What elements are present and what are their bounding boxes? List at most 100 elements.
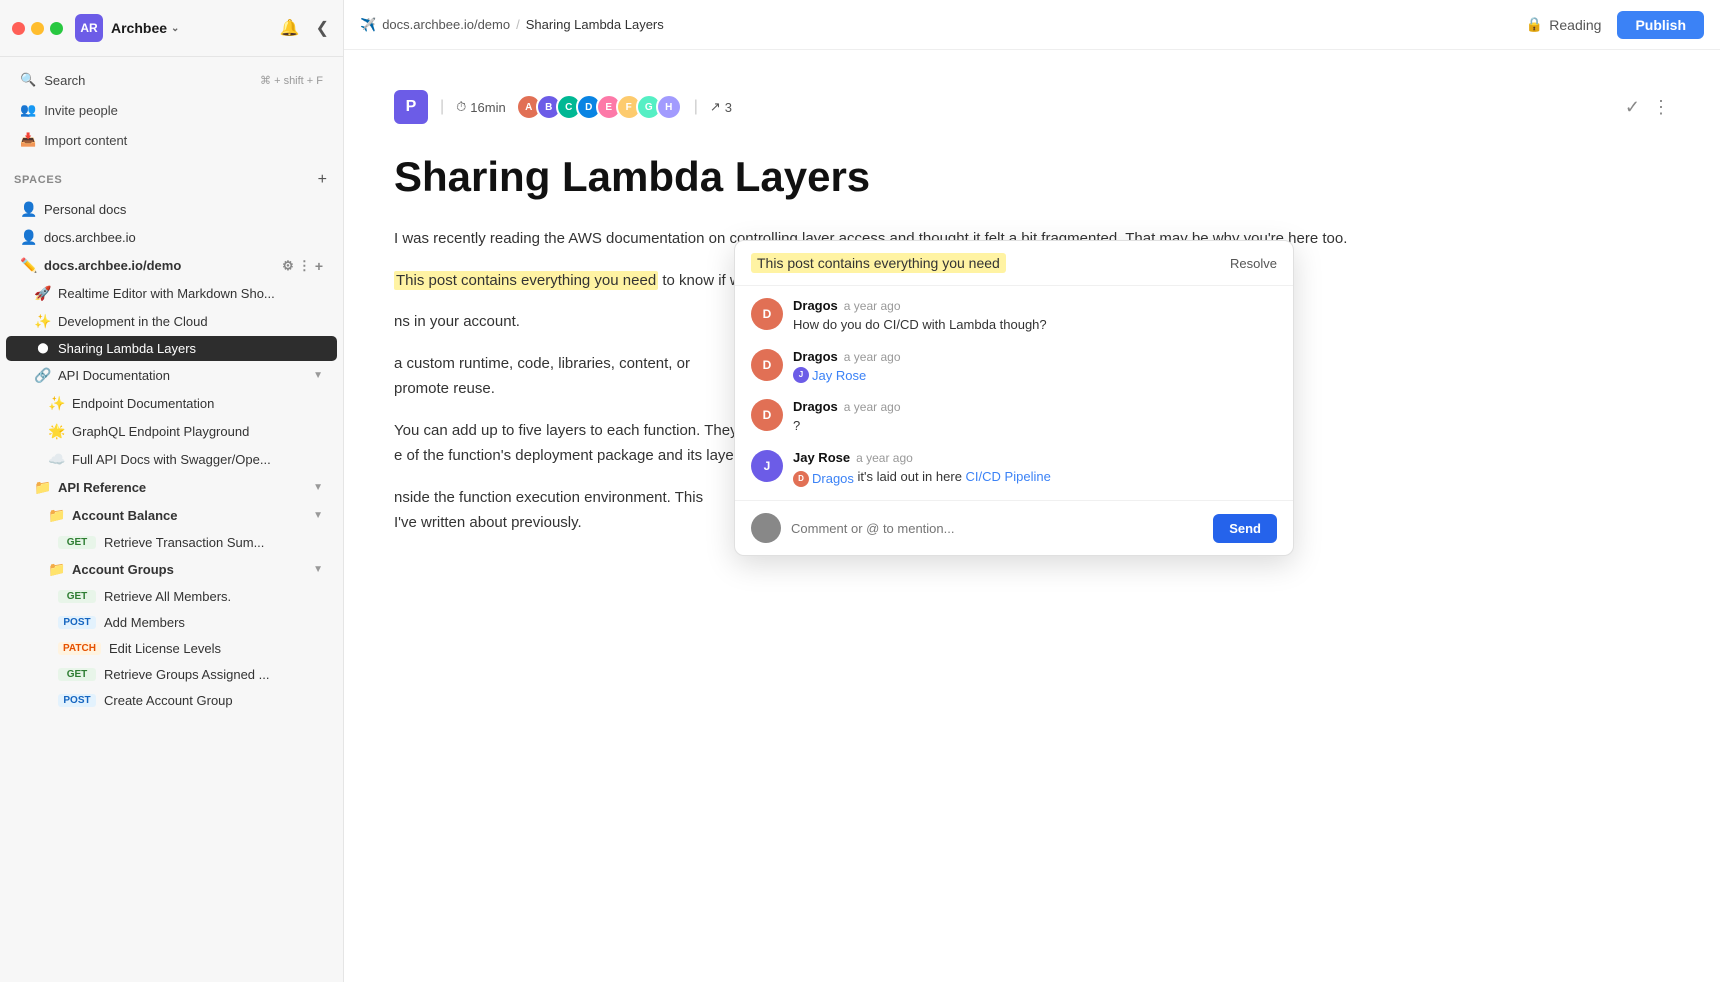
sidebar-item-edit-license[interactable]: PATCH Edit License Levels (6, 636, 337, 661)
invite-icon: 👥 (20, 102, 36, 118)
doc-initial-badge: P (394, 90, 428, 124)
sidebar-item-create-group[interactable]: POST Create Account Group (6, 688, 337, 713)
comment-time-3: a year ago (844, 400, 901, 414)
get-badge-3: GET (58, 668, 96, 681)
mention-dragos-link[interactable]: Dragos (812, 469, 854, 489)
sidebar-item-add-members[interactable]: POST Add Members (6, 610, 337, 635)
sidebar-item-devcloud[interactable]: ✨ Development in the Cloud (6, 308, 337, 335)
comment-author-1: Dragos (793, 298, 838, 313)
avatar-8: H (656, 94, 682, 120)
sidebar-item-demo[interactable]: ✏️ docs.archbee.io/demo ⚙ ⋮ + (6, 252, 337, 279)
sidebar-actions: 🔍 Search ⌘ + shift + F 👥 Invite people 📥… (0, 57, 343, 163)
sidebar-item-retrieve-transaction[interactable]: GET Retrieve Transaction Sum... (6, 530, 337, 555)
comment-author-line-2: Dragos a year ago (793, 349, 1277, 364)
folder-icon-2: 📁 (48, 507, 66, 524)
get-badge: GET (58, 536, 96, 549)
dragos-mention: D Dragos (793, 469, 854, 489)
app-name-chevron-icon: ⌄ (171, 23, 179, 34)
settings-icon[interactable]: ⚙ (282, 258, 294, 274)
folder-icon-3: 📁 (48, 561, 66, 578)
top-bar: ✈️ docs.archbee.io/demo / Sharing Lambda… (344, 0, 1720, 50)
traffic-light-yellow[interactable] (31, 22, 44, 35)
import-icon: 📥 (20, 132, 36, 148)
sidebar-item-sharing-lambda[interactable]: ⬤ Sharing Lambda Layers (6, 336, 337, 361)
comment-avatar-1: D (751, 298, 783, 330)
doc-title: Sharing Lambda Layers (394, 152, 1670, 202)
meta-right: ✓ ⋮ (1625, 97, 1670, 118)
comment-body-3: Dragos a year ago ? (793, 399, 1277, 436)
sidebar-item-apiref[interactable]: 📁 API Reference ▼ (6, 474, 337, 501)
more-options-button[interactable]: ⋮ (1652, 97, 1670, 118)
send-comment-button[interactable]: Send (1213, 514, 1277, 543)
current-user-avatar (751, 513, 781, 543)
dot-icon: ⬤ (34, 343, 52, 354)
comment-author-line-3: Dragos a year ago (793, 399, 1277, 414)
post-badge-2: POST (58, 694, 96, 707)
meta-divider-1: | (440, 98, 444, 116)
sidebar-item-graphql[interactable]: 🌟 GraphQL Endpoint Playground (6, 418, 337, 445)
comment-avatar-3: D (751, 399, 783, 431)
main-area: ✈️ docs.archbee.io/demo / Sharing Lambda… (344, 0, 1720, 982)
comment-author-line-1: Dragos a year ago (793, 298, 1277, 313)
more-icon[interactable]: ⋮ (298, 258, 311, 274)
mention-jayrose-link[interactable]: Jay Rose (812, 366, 866, 386)
check-circle-button[interactable]: ✓ (1625, 97, 1640, 118)
person-icon: 👤 (20, 201, 38, 218)
app-name[interactable]: Archbee ⌄ (111, 20, 179, 36)
traffic-light-red[interactable] (12, 22, 25, 35)
notifications-button[interactable]: 🔔 (278, 16, 302, 40)
sidebar-nav: 👤 Personal docs 👤 docs.archbee.io ✏️ doc… (0, 195, 343, 982)
search-action[interactable]: 🔍 Search ⌘ + shift + F (14, 67, 329, 93)
comment-body-2: Dragos a year ago J Jay Rose (793, 349, 1277, 386)
traffic-light-green[interactable] (50, 22, 63, 35)
invite-people-action[interactable]: 👥 Invite people (14, 97, 329, 123)
sidebar-item-retrieve-groups[interactable]: GET Retrieve Groups Assigned ... (6, 662, 337, 687)
comment-text-1: How do you do CI/CD with Lambda though? (793, 315, 1277, 335)
breadcrumb-site: docs.archbee.io/demo (382, 17, 510, 32)
sidebar-item-realtime[interactable]: 🚀 Realtime Editor with Markdown Sho... (6, 280, 337, 307)
lock-icon: 🔒 (1526, 16, 1543, 33)
sidebar-item-retrieve-all[interactable]: GET Retrieve All Members. (6, 584, 337, 609)
sidebar-item-personal-docs[interactable]: 👤 Personal docs (6, 196, 337, 223)
sidebar-item-endpoint[interactable]: ✨ Endpoint Documentation (6, 390, 337, 417)
sidebar-item-swagger[interactable]: ☁️ Full API Docs with Swagger/Ope... (6, 446, 337, 473)
folder-icon: 📁 (34, 479, 52, 496)
add-icon[interactable]: + (315, 258, 323, 274)
doc-meta-bar: P | ⏱ 16min A B C D E F G H | ↗ 3 (394, 90, 1670, 124)
sidebar-item-account-balance[interactable]: 📁 Account Balance ▼ (6, 502, 337, 529)
comment-header: This post contains everything you need R… (735, 241, 1293, 286)
resolve-button[interactable]: Resolve (1230, 256, 1277, 271)
clock-icon: ⏱ (456, 99, 466, 115)
app-logo: AR (75, 14, 103, 42)
cicd-pipeline-link[interactable]: CI/CD Pipeline (966, 469, 1051, 484)
import-content-action[interactable]: 📥 Import content (14, 127, 329, 153)
chevron-down-icon-3: ▼ (313, 510, 323, 521)
edit-icon: ✏️ (20, 257, 38, 274)
star-icon: ✨ (34, 313, 52, 330)
sidebar-topbar: AR Archbee ⌄ 🔔 ❮ (0, 0, 343, 57)
collapse-sidebar-button[interactable]: ❮ (314, 16, 331, 40)
comment-item-3: D Dragos a year ago ? (751, 399, 1277, 436)
sidebar-item-apidoc[interactable]: 🔗 API Documentation ▼ (6, 362, 337, 389)
comment-avatar-4: J (751, 450, 783, 482)
spaces-header: SPACES + (0, 163, 343, 195)
publish-button[interactable]: Publish (1617, 11, 1704, 39)
add-space-button[interactable]: + (316, 169, 329, 191)
doc-read-time: ⏱ 16min (456, 99, 506, 115)
comment-avatar-2: D (751, 349, 783, 381)
sidebar-item-account-groups[interactable]: 📁 Account Groups ▼ (6, 556, 337, 583)
sidebar: AR Archbee ⌄ 🔔 ❮ 🔍 Search ⌘ + shift + F … (0, 0, 344, 982)
refs-icon: ↗ (710, 99, 721, 115)
chevron-down-icon-2: ▼ (313, 482, 323, 493)
highlighted-text[interactable]: This post contains everything you need (394, 271, 658, 290)
search-icon: 🔍 (20, 72, 36, 88)
chevron-down-icon-4: ▼ (313, 564, 323, 575)
comment-item-2: D Dragos a year ago J Jay Rose (751, 349, 1277, 386)
reading-button[interactable]: 🔒 Reading (1510, 10, 1618, 39)
comment-input[interactable] (791, 521, 1203, 536)
api-icon: 🔗 (34, 367, 52, 384)
doc-content: P | ⏱ 16min A B C D E F G H | ↗ 3 (344, 50, 1720, 982)
sidebar-item-archbee[interactable]: 👤 docs.archbee.io (6, 224, 337, 251)
doc-avatars: A B C D E F G H (522, 94, 682, 120)
sidebar-top-icons: 🔔 ❮ (278, 16, 331, 40)
